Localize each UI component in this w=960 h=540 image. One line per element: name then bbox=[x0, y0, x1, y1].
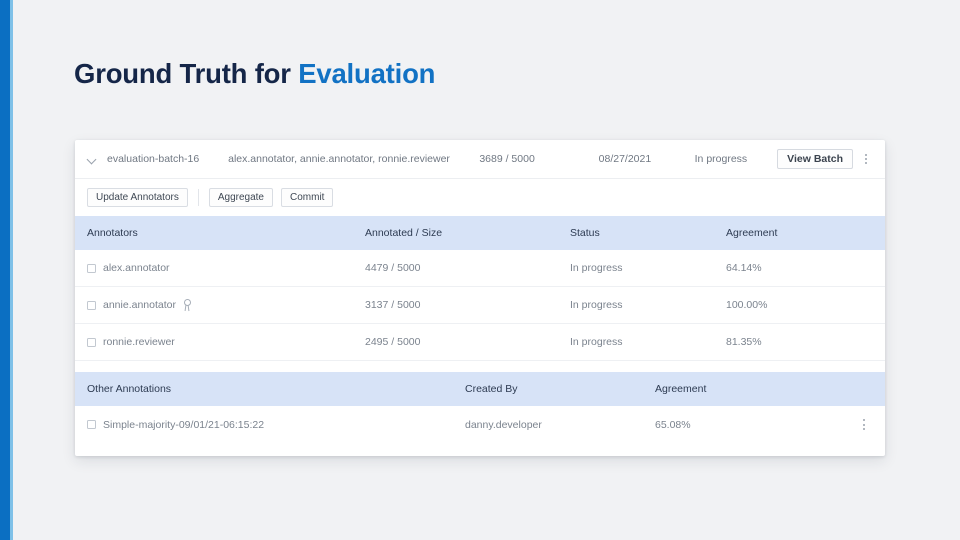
other-annotation-agreement: 65.08% bbox=[655, 418, 691, 431]
row-checkbox[interactable] bbox=[87, 263, 96, 273]
annotator-annotated: 2495 / 5000 bbox=[365, 336, 421, 348]
column-header-status: Status bbox=[570, 227, 600, 239]
annotator-status: In progress bbox=[570, 336, 623, 348]
annotator-status: In progress bbox=[570, 262, 623, 274]
table-row[interactable]: annie.annotator 3137 / 5000 In progress … bbox=[75, 287, 885, 324]
annotator-name: ronnie.reviewer bbox=[103, 336, 175, 348]
batch-toolbar: Update Annotators Aggregate Commit bbox=[75, 179, 885, 216]
row-checkbox[interactable] bbox=[87, 300, 96, 310]
annotator-status: In progress bbox=[570, 299, 623, 311]
column-header-created-by: Created By bbox=[465, 383, 518, 395]
column-header-other-annotations: Other Annotations bbox=[87, 383, 172, 395]
other-annotation-created-by: danny.developer bbox=[465, 418, 542, 431]
update-annotators-button[interactable]: Update Annotators bbox=[87, 188, 188, 207]
kebab-menu-icon[interactable] bbox=[857, 148, 875, 170]
commit-button[interactable]: Commit bbox=[281, 188, 334, 207]
batch-header-row[interactable]: evaluation-batch-16 alex.annotator, anni… bbox=[75, 140, 885, 179]
column-header-agreement: Agreement bbox=[726, 227, 778, 239]
kebab-menu-icon[interactable] bbox=[855, 414, 873, 436]
view-batch-button[interactable]: View Batch bbox=[777, 149, 853, 169]
table-row[interactable]: ronnie.reviewer 2495 / 5000 In progress … bbox=[75, 324, 885, 361]
page-title: Ground Truth for Evaluation bbox=[74, 58, 435, 90]
column-header-other-agreement: Agreement bbox=[655, 383, 707, 395]
table-row[interactable]: alex.annotator 4479 / 5000 In progress 6… bbox=[75, 250, 885, 287]
batch-card: evaluation-batch-16 alex.annotator, anni… bbox=[75, 140, 885, 456]
batch-date: 08/27/2021 bbox=[598, 153, 652, 165]
aggregate-button[interactable]: Aggregate bbox=[208, 188, 273, 207]
row-checkbox[interactable] bbox=[87, 420, 96, 429]
slide-accent-bar-light bbox=[10, 0, 13, 540]
slide-accent-bar-dark bbox=[0, 0, 10, 540]
other-annotations-table-header: Other Annotations Created By Agreement bbox=[75, 372, 885, 406]
award-icon bbox=[182, 298, 193, 312]
row-checkbox[interactable] bbox=[87, 337, 96, 347]
annotator-annotated: 3137 / 5000 bbox=[365, 299, 421, 311]
table-row[interactable]: Simple-majority-09/01/21-06:15:22 danny.… bbox=[75, 406, 885, 443]
batch-annotators-list: alex.annotator, annie.annotator, ronnie.… bbox=[228, 153, 450, 165]
other-annotation-name: Simple-majority-09/01/21-06:15:22 bbox=[103, 418, 265, 431]
page-title-accent: Evaluation bbox=[298, 58, 436, 89]
annotator-agreement: 100.00% bbox=[726, 299, 768, 311]
column-header-annotated-size: Annotated / Size bbox=[365, 227, 443, 239]
annotator-agreement: 81.35% bbox=[726, 336, 762, 348]
page-title-main: Ground Truth for bbox=[74, 58, 299, 89]
annotators-table-header: Annotators Annotated / Size Status Agree… bbox=[75, 216, 885, 250]
chevron-down-icon[interactable] bbox=[87, 154, 98, 165]
batch-status: In progress bbox=[694, 153, 748, 165]
batch-name: evaluation-batch-16 bbox=[107, 153, 200, 165]
annotator-annotated: 4479 / 5000 bbox=[365, 262, 421, 274]
column-header-annotators: Annotators bbox=[87, 227, 138, 239]
annotator-agreement: 64.14% bbox=[726, 262, 762, 274]
annotator-name: alex.annotator bbox=[103, 262, 170, 274]
toolbar-divider bbox=[197, 189, 199, 206]
batch-progress: 3689 / 5000 bbox=[479, 153, 535, 165]
annotator-name: annie.annotator bbox=[103, 299, 176, 311]
table-section-spacer bbox=[75, 361, 885, 372]
